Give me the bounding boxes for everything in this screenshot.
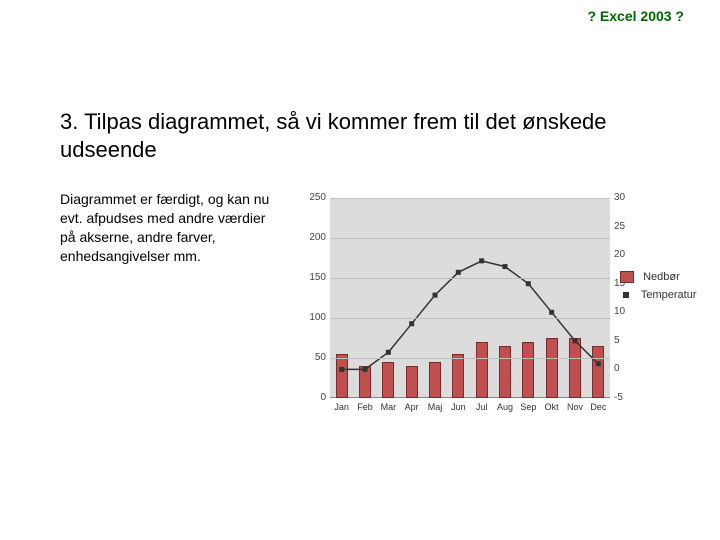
temperature-point	[339, 367, 344, 372]
body-paragraph: Diagrammet er færdigt, og kan nu evt. af…	[60, 190, 270, 266]
temperature-point	[363, 367, 368, 372]
x-tick-label: Feb	[354, 402, 376, 412]
x-tick-label: Aug	[494, 402, 516, 412]
bar-swatch-icon	[620, 271, 634, 283]
legend-entry-temperatur: Temperatur	[620, 286, 697, 304]
temperature-point	[503, 264, 508, 269]
x-tick-label: Maj	[424, 402, 446, 412]
y-right-tick-label: 5	[614, 335, 638, 346]
grid-line	[330, 198, 610, 199]
y-left-tick-label: 0	[292, 392, 326, 403]
legend: Nedbør Temperatur	[620, 268, 697, 304]
y-left-tick-label: 150	[292, 272, 326, 283]
y-left-tick-label: 50	[292, 352, 326, 363]
grid-line	[330, 358, 610, 359]
temperature-point	[456, 270, 461, 275]
legend-label: Nedbør	[643, 271, 680, 283]
y-right-tick-label: 10	[614, 306, 638, 317]
grid-line	[330, 238, 610, 239]
temperature-point	[433, 293, 438, 298]
x-tick-label: Nov	[564, 402, 586, 412]
temperature-point	[386, 350, 391, 355]
page: ? Excel 2003 ? 3. Tilpas diagrammet, så …	[0, 0, 720, 540]
y-right-tick-label: 0	[614, 363, 638, 374]
temperature-point	[409, 321, 414, 326]
y-right-tick-label: 30	[614, 192, 638, 203]
x-tick-label: Jun	[447, 402, 469, 412]
y-left-tick-label: 100	[292, 312, 326, 323]
temperature-point	[549, 310, 554, 315]
x-tick-label: Dec	[587, 402, 609, 412]
y-right-tick-label: -5	[614, 392, 638, 403]
x-tick-label: Jul	[471, 402, 493, 412]
plot-area	[330, 198, 610, 398]
x-tick-label: Apr	[401, 402, 423, 412]
grid-line	[330, 318, 610, 319]
temperature-point	[479, 258, 484, 263]
y-left-tick-label: 200	[292, 232, 326, 243]
x-tick-label: Sep	[517, 402, 539, 412]
x-tick-label: Okt	[541, 402, 563, 412]
y-right-tick-label: 20	[614, 249, 638, 260]
x-tick-label: Mar	[377, 402, 399, 412]
grid-line	[330, 278, 610, 279]
legend-label: Temperatur	[641, 289, 697, 301]
legend-entry-nedbor: Nedbør	[620, 268, 697, 286]
x-tick-label: Jan	[331, 402, 353, 412]
temperature-point	[573, 338, 578, 343]
point-swatch-icon	[623, 292, 629, 298]
chart: 050100150200250 -5051015202530 JanFebMar…	[290, 190, 710, 440]
y-left-tick-label: 250	[292, 192, 326, 203]
page-header: ? Excel 2003 ?	[587, 8, 684, 24]
temperature-point	[526, 281, 531, 286]
temperature-point	[596, 361, 601, 366]
line-layer	[330, 198, 610, 398]
y-right-tick-label: 25	[614, 221, 638, 232]
section-title: 3. Tilpas diagrammet, så vi kommer frem …	[60, 108, 660, 163]
